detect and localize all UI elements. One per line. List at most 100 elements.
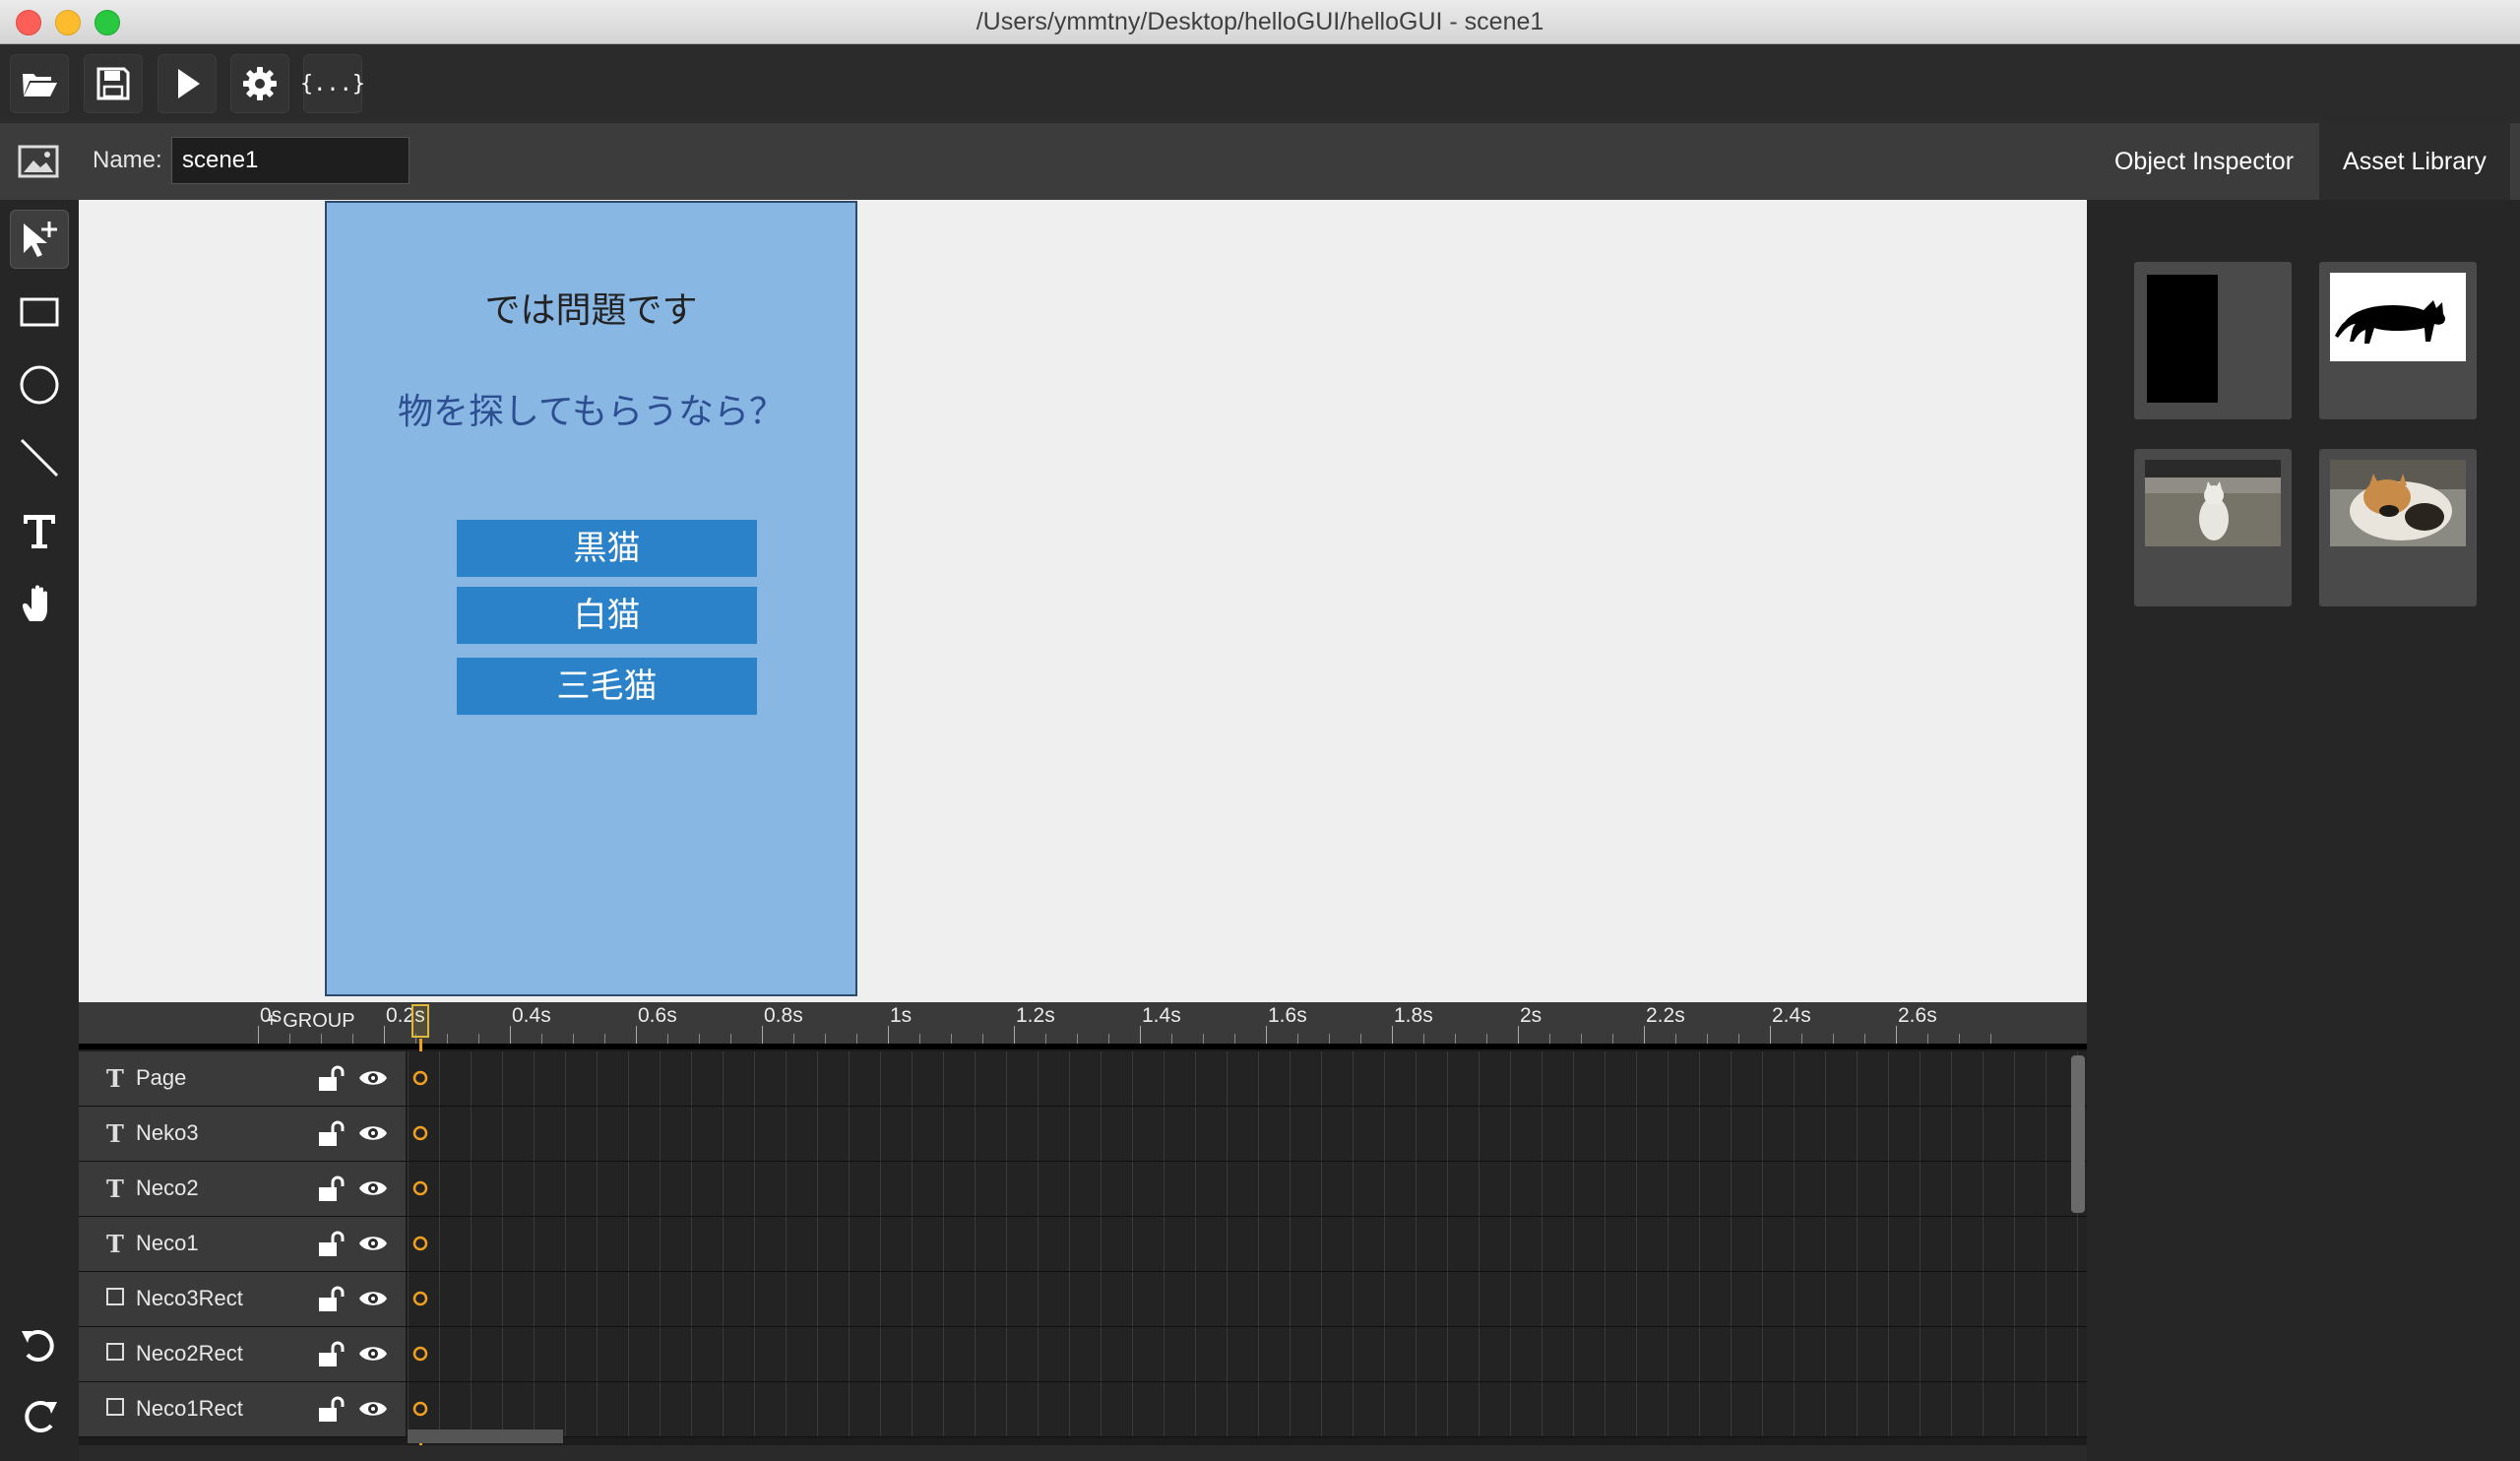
keyframe-marker[interactable] <box>412 1398 428 1420</box>
ellipse-tool[interactable] <box>10 355 69 414</box>
unlock-icon[interactable] <box>317 1231 346 1258</box>
timeline-ruler[interactable]: + GROUP 0s 0.2s 0.4s 0.6s 0.8s 1s 1.2s 1.4s 1.6s… <box>79 1002 2087 1049</box>
layer-label[interactable]: T Neco2 <box>79 1162 406 1216</box>
text-layer-icon: T <box>106 1064 124 1093</box>
keyframe-marker[interactable] <box>412 1343 428 1365</box>
layer-label[interactable]: T Neco1 <box>79 1217 406 1271</box>
unlock-icon[interactable] <box>317 1396 346 1424</box>
keyframe-marker[interactable] <box>412 1288 428 1309</box>
minor-tick <box>667 1034 668 1044</box>
layer-label[interactable]: Neco3Rect <box>79 1272 406 1326</box>
layer-name: Neko3 <box>136 1120 199 1145</box>
tab-object-inspector[interactable]: Object Inspector <box>2091 123 2317 200</box>
layer-track[interactable] <box>408 1107 2087 1161</box>
layer-name: Page <box>136 1065 187 1090</box>
layer-label[interactable]: T Neko3 <box>79 1107 406 1161</box>
visibility-eye-icon[interactable] <box>358 1288 388 1309</box>
layer-track[interactable] <box>408 1051 2087 1106</box>
bottom-bar <box>79 1445 2087 1461</box>
choice-white-cat[interactable]: 白猫 <box>457 587 757 644</box>
redo-icon <box>25 1401 57 1432</box>
undo-button[interactable] <box>10 1315 69 1374</box>
choice-calico-cat[interactable]: 三毛猫 <box>457 658 757 715</box>
question-text[interactable]: 物を探してもらうなら？ <box>327 383 855 434</box>
main-toolbar: {...} <box>0 44 2520 123</box>
scene-name-input[interactable] <box>171 137 410 184</box>
timeline-layer-row[interactable]: T Neco1 <box>79 1217 2087 1272</box>
timeline-horizontal-scrollbar[interactable] <box>408 1429 563 1443</box>
line-icon <box>20 438 59 477</box>
unlock-icon[interactable] <box>317 1286 346 1313</box>
timeline-layer-row[interactable]: Neco1Rect <box>79 1382 2087 1437</box>
text-tool[interactable] <box>10 501 69 560</box>
tick-label: 0.4s <box>512 1004 551 1027</box>
open-button[interactable] <box>10 54 69 113</box>
line-tool[interactable] <box>10 428 69 487</box>
minor-tick <box>1801 1034 1802 1044</box>
minor-tick <box>1108 1034 1109 1044</box>
timeline-layer-row[interactable]: T Neco2 <box>79 1162 2087 1217</box>
unlock-icon[interactable] <box>317 1065 346 1093</box>
redo-button[interactable] <box>10 1386 69 1445</box>
minor-tick <box>951 1034 952 1044</box>
minor-tick <box>1990 1034 1991 1044</box>
timeline-layer-row[interactable]: Neco2Rect <box>79 1327 2087 1382</box>
major-tick <box>1014 1026 1015 1044</box>
save-button[interactable] <box>84 54 143 113</box>
tick-label: 2.2s <box>1646 1004 1685 1027</box>
visibility-eye-icon[interactable] <box>358 1343 388 1365</box>
select-tool[interactable] <box>10 210 69 269</box>
layer-track[interactable] <box>408 1217 2087 1271</box>
minor-tick <box>793 1034 794 1044</box>
timeline-layer-row[interactable]: T Page <box>79 1051 2087 1107</box>
choice-black-cat[interactable]: 黒猫 <box>457 520 757 577</box>
unlock-icon[interactable] <box>317 1341 346 1368</box>
keyframe-marker[interactable] <box>412 1067 428 1089</box>
layer-track[interactable] <box>408 1327 2087 1381</box>
minor-tick <box>1171 1034 1172 1044</box>
minor-tick <box>1549 1034 1550 1044</box>
scene-page[interactable]: では問題です 物を探してもらうなら？ 黒猫 白猫 三毛猫 <box>325 201 857 996</box>
keyframe-marker[interactable] <box>412 1177 428 1199</box>
major-tick <box>510 1026 511 1044</box>
code-button[interactable]: {...} <box>300 54 365 113</box>
asset-item[interactable] <box>2319 449 2477 606</box>
layer-label[interactable]: T Page <box>79 1051 406 1106</box>
layer-label[interactable]: Neco2Rect <box>79 1327 406 1381</box>
visibility-eye-icon[interactable] <box>358 1398 388 1420</box>
playhead-handle[interactable] <box>411 1004 429 1038</box>
hand-tool[interactable] <box>10 574 69 633</box>
settings-button[interactable] <box>230 54 289 113</box>
keyframe-marker[interactable] <box>412 1122 428 1144</box>
minor-tick <box>1833 1034 1834 1044</box>
settings-gear-icon <box>243 67 277 100</box>
timeline-vertical-scrollbar[interactable] <box>2071 1055 2085 1213</box>
layer-label[interactable]: Neco1Rect <box>79 1382 406 1436</box>
asset-item[interactable] <box>2319 262 2477 419</box>
timeline-layer-row[interactable]: Neco3Rect <box>79 1272 2087 1327</box>
asset-item[interactable] <box>2134 262 2292 419</box>
visibility-eye-icon[interactable] <box>358 1122 388 1144</box>
keyframe-marker[interactable] <box>412 1233 428 1254</box>
circle-icon <box>20 365 59 405</box>
layer-track[interactable] <box>408 1162 2087 1216</box>
layer-track[interactable] <box>408 1382 2087 1436</box>
minor-tick <box>1612 1034 1613 1044</box>
minor-tick <box>604 1034 605 1044</box>
visibility-eye-icon[interactable] <box>358 1067 388 1089</box>
rect-layer-icon <box>106 1398 124 1416</box>
asset-item[interactable] <box>2134 449 2292 606</box>
visibility-eye-icon[interactable] <box>358 1177 388 1199</box>
question-title[interactable]: では問題です <box>327 282 855 333</box>
minor-tick <box>289 1034 290 1044</box>
timeline-layer-row[interactable]: T Neko3 <box>79 1107 2087 1162</box>
layer-track[interactable] <box>408 1272 2087 1326</box>
unlock-icon[interactable] <box>317 1175 346 1203</box>
major-tick <box>762 1026 763 1044</box>
play-button[interactable] <box>158 54 217 113</box>
unlock-icon[interactable] <box>317 1120 346 1148</box>
layer-name: Neco3Rect <box>136 1286 243 1310</box>
rectangle-tool[interactable] <box>10 283 69 342</box>
tab-asset-library[interactable]: Asset Library <box>2319 123 2510 200</box>
visibility-eye-icon[interactable] <box>358 1233 388 1254</box>
